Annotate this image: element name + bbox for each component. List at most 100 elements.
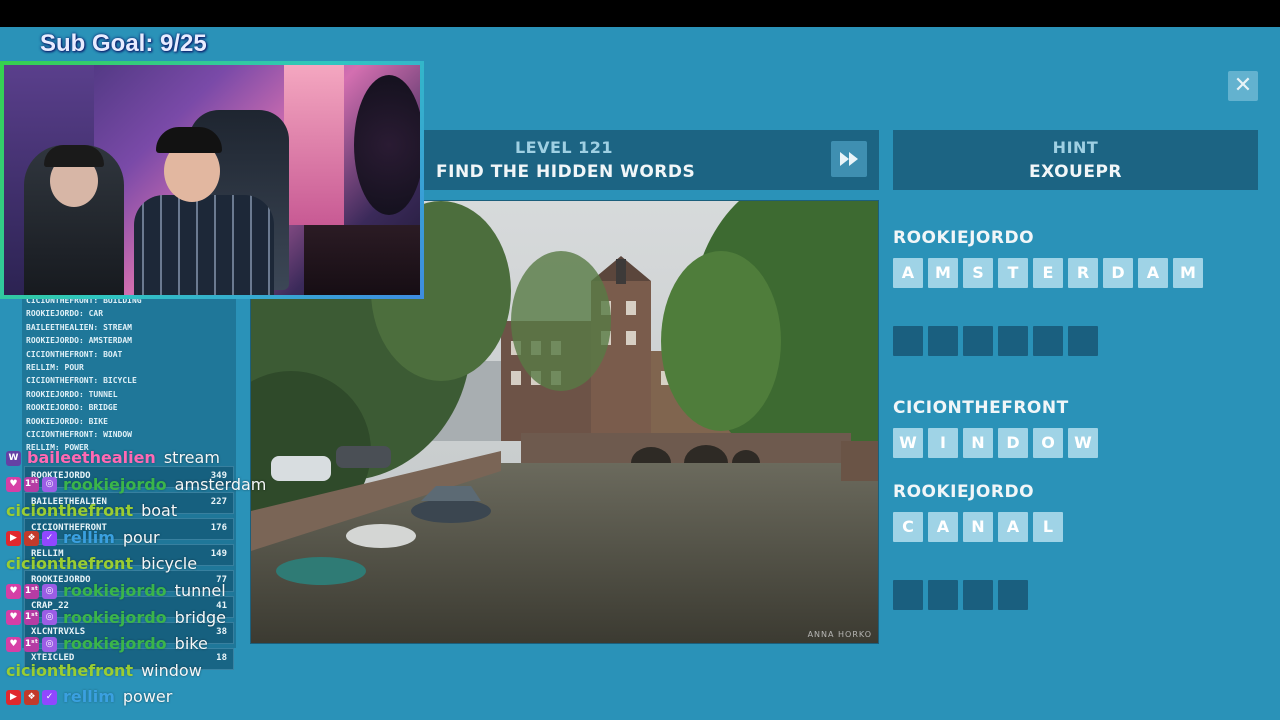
first-month-badge-icon: 1ˢᵗ bbox=[24, 610, 39, 626]
letter-tile: D bbox=[998, 428, 1028, 458]
empty-letter-tile bbox=[1068, 326, 1098, 356]
first-month-badge-icon: 1ˢᵗ bbox=[24, 477, 39, 493]
letter-tile: A bbox=[1138, 258, 1168, 288]
chat-text: bridge bbox=[174, 607, 227, 627]
solver-name: CICIONTHEFRONT bbox=[893, 398, 1069, 418]
chat-username[interactable]: cicionthefront bbox=[6, 498, 133, 525]
chat-badges: ♥ 1ˢᵗ ◎ bbox=[6, 477, 57, 493]
chat-username[interactable]: cicionthefront bbox=[6, 551, 133, 578]
letter-tile: W bbox=[1068, 428, 1098, 458]
video-badge-icon: ▶ bbox=[6, 530, 21, 546]
chat-username[interactable]: baileethealien bbox=[27, 445, 156, 472]
answer-word-3: CICIONTHEFRONT W I N D O W bbox=[893, 398, 1098, 458]
empty-letter-tile bbox=[963, 326, 993, 356]
heart-badge-icon: ♥ bbox=[6, 636, 21, 652]
chat-badges: W bbox=[6, 450, 21, 466]
chat-username[interactable]: cicionthefront bbox=[6, 658, 133, 685]
letter-tile: D bbox=[1103, 258, 1133, 288]
chat-badges: ▶ ❖ ✓ bbox=[6, 690, 57, 706]
skip-level-button[interactable] bbox=[831, 141, 867, 177]
chat-text: power bbox=[122, 687, 173, 707]
subscriber-badge-icon: ◎ bbox=[42, 636, 57, 652]
letter-tile: M bbox=[1173, 258, 1203, 288]
guess-entry: ROOKIEJORDO: TUNNEL bbox=[26, 389, 118, 399]
chat-badges: ▶ ❖ ✓ bbox=[6, 530, 57, 546]
chat-message: ▶ ❖ ✓ rellim pour bbox=[6, 525, 306, 552]
empty-letter-tile bbox=[893, 580, 923, 610]
letter-tile: A bbox=[893, 258, 923, 288]
chat-message: ♥ 1ˢᵗ ◎ rookiejordo bike bbox=[6, 631, 306, 658]
chat-text: stream bbox=[163, 448, 220, 467]
answer-word-4: ROOKIEJORDO C A N A L bbox=[893, 482, 1063, 542]
hint-label: HINT bbox=[1052, 138, 1099, 157]
solver-name: ROOKIEJORDO bbox=[893, 482, 1035, 502]
level-panel: LEVEL 121 FIND THE HIDDEN WORDS bbox=[424, 130, 879, 190]
letter-tile: A bbox=[928, 512, 958, 542]
chat-username[interactable]: rookiejordo bbox=[63, 472, 167, 499]
chat-username[interactable]: rellim bbox=[63, 525, 115, 552]
chat-message: cicionthefront bicycle bbox=[6, 551, 306, 578]
letter-tile: N bbox=[963, 512, 993, 542]
solver-name: ROOKIEJORDO bbox=[893, 228, 1035, 248]
answer-word-2 bbox=[893, 326, 1098, 356]
chat-message: ♥ 1ˢᵗ ◎ rookiejordo bridge bbox=[6, 605, 306, 632]
level-number: LEVEL 121 bbox=[514, 138, 614, 157]
chat-username[interactable]: rookiejordo bbox=[63, 631, 167, 658]
guess-entry: ROOKIEJORDO: AMSTERDAM bbox=[26, 336, 132, 346]
webcam-ring-light bbox=[354, 75, 420, 215]
first-month-badge-icon: 1ˢᵗ bbox=[24, 636, 39, 652]
chat-overlay: Wbaileethealien stream ♥ 1ˢᵗ ◎ rookiejordo ams… bbox=[6, 445, 306, 711]
prime-badge-icon: W bbox=[6, 450, 21, 466]
subscriber-badge-icon: ◎ bbox=[42, 583, 57, 599]
empty-letter-tile bbox=[998, 326, 1028, 356]
letter-tile: S bbox=[963, 258, 993, 288]
webcam-desk bbox=[304, 225, 420, 295]
chat-username[interactable]: rookiejordo bbox=[63, 578, 167, 605]
letter-tiles: WINDOW bbox=[893, 428, 1098, 458]
guess-entry: CICIONTHEFRONT: BOAT bbox=[26, 349, 123, 359]
letter-tiles: AMSTERDAM bbox=[893, 258, 1203, 288]
verified-badge-icon: ✓ bbox=[42, 530, 57, 546]
guess-entry: CICIONTHEFRONT: WINDOW bbox=[26, 429, 132, 439]
photo-credit: ANNA HORKO bbox=[807, 630, 872, 639]
guess-feed: CICIONTHEFRONT: BUILDING ROOKIEJORDO: CAR… bbox=[26, 294, 226, 455]
letter-tile: L bbox=[1033, 512, 1063, 542]
letter-tile: E bbox=[1033, 258, 1063, 288]
sub-goal-label: Sub Goal: 9/25 bbox=[40, 30, 207, 57]
chat-message: ▶ ❖ ✓ rellim power bbox=[6, 684, 306, 711]
chat-message: cicionthefront boat bbox=[6, 498, 306, 525]
level-title: FIND THE HIDDEN WORDS bbox=[436, 162, 696, 182]
subscriber-badge-icon: ◎ bbox=[42, 477, 57, 493]
video-badge-icon: ▶ bbox=[6, 690, 21, 706]
stream-overlay: Sub Goal: 9/25 ✕ LEVEL 121 FIND THE HIDD… bbox=[0, 0, 1280, 720]
chat-badges: ♥ 1ˢᵗ ◎ bbox=[6, 610, 57, 626]
hint-scrambled-word: EXOUEPR bbox=[1028, 162, 1123, 182]
chat-username[interactable]: rookiejordo bbox=[63, 605, 167, 632]
heart-badge-icon: ♥ bbox=[6, 583, 21, 599]
close-button[interactable]: ✕ bbox=[1228, 71, 1258, 101]
first-month-badge-icon: 1ˢᵗ bbox=[24, 583, 39, 599]
chat-username[interactable]: rellim bbox=[63, 684, 115, 711]
cheer-badge-icon: ❖ bbox=[24, 530, 39, 546]
subscriber-badge-icon: ◎ bbox=[42, 610, 57, 626]
guess-entry: RELLIM: POUR bbox=[26, 362, 84, 372]
letter-tile: M bbox=[928, 258, 958, 288]
letter-tile: A bbox=[998, 512, 1028, 542]
guess-entry: CICIONTHEFRONT: BICYCLE bbox=[26, 376, 137, 386]
chat-text: bike bbox=[174, 634, 208, 654]
chat-text: pour bbox=[122, 527, 160, 547]
guess-entry: ROOKIEJORDO: CAR bbox=[26, 309, 104, 319]
webcam-person-right bbox=[134, 195, 274, 295]
heart-badge-icon: ♥ bbox=[6, 610, 21, 626]
empty-letter-tile bbox=[928, 580, 958, 610]
guess-entry: BAILEETHEALIEN: STREAM bbox=[26, 322, 132, 332]
hint-panel: HINT EXOUEPR bbox=[893, 130, 1258, 190]
answer-word-1: ROOKIEJORDO A M S T E R D A M bbox=[893, 228, 1203, 288]
letterbox-bar bbox=[0, 0, 1280, 27]
letter-tile: I bbox=[928, 428, 958, 458]
letter-tiles bbox=[893, 326, 1098, 356]
webcam-door-light bbox=[284, 65, 344, 225]
chat-text: window bbox=[141, 660, 202, 680]
letter-tile: R bbox=[1068, 258, 1098, 288]
empty-letter-tile bbox=[963, 580, 993, 610]
